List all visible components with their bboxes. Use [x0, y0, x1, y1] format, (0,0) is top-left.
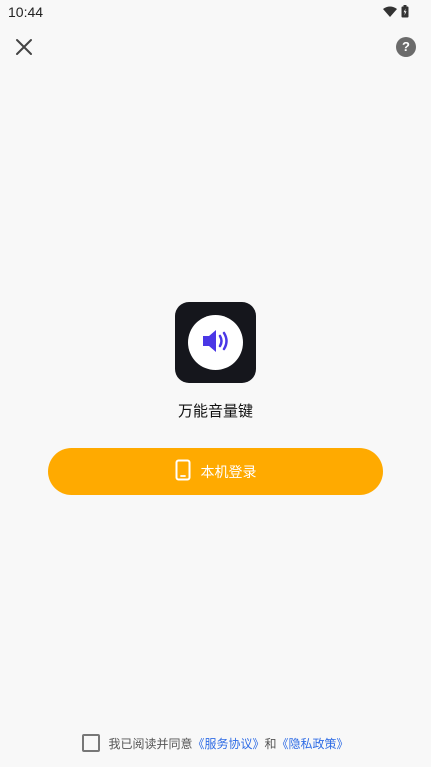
logo-circle	[188, 315, 243, 370]
status-time: 10:44	[8, 4, 44, 20]
agreement-and-text: 和	[264, 736, 277, 751]
service-agreement-link[interactable]: 《服务协议》	[192, 735, 264, 752]
close-icon	[12, 39, 36, 63]
status-bar: 10:44	[0, 0, 431, 24]
local-login-button[interactable]: 本机登录	[48, 448, 383, 495]
phone-icon	[175, 459, 191, 485]
speaker-icon	[201, 328, 231, 358]
wifi-icon	[383, 3, 397, 22]
agreement-row: 我已阅读并同意 《服务协议》 和 《隐私政策》	[0, 733, 431, 753]
top-bar: ?	[0, 30, 431, 64]
close-button[interactable]	[12, 35, 36, 59]
battery-icon	[401, 3, 409, 22]
agreement-prefix: 我已阅读并同意	[108, 736, 193, 751]
login-label: 本机登录	[200, 464, 257, 481]
status-icons	[383, 4, 409, 20]
app-name: 万能音量键	[177, 402, 253, 420]
help-button[interactable]: ?	[396, 37, 416, 57]
agreement-checkbox[interactable]	[82, 734, 101, 752]
app-logo	[175, 302, 256, 383]
privacy-policy-link[interactable]: 《隐私政策》	[277, 735, 349, 752]
help-icon: ?	[402, 39, 410, 54]
